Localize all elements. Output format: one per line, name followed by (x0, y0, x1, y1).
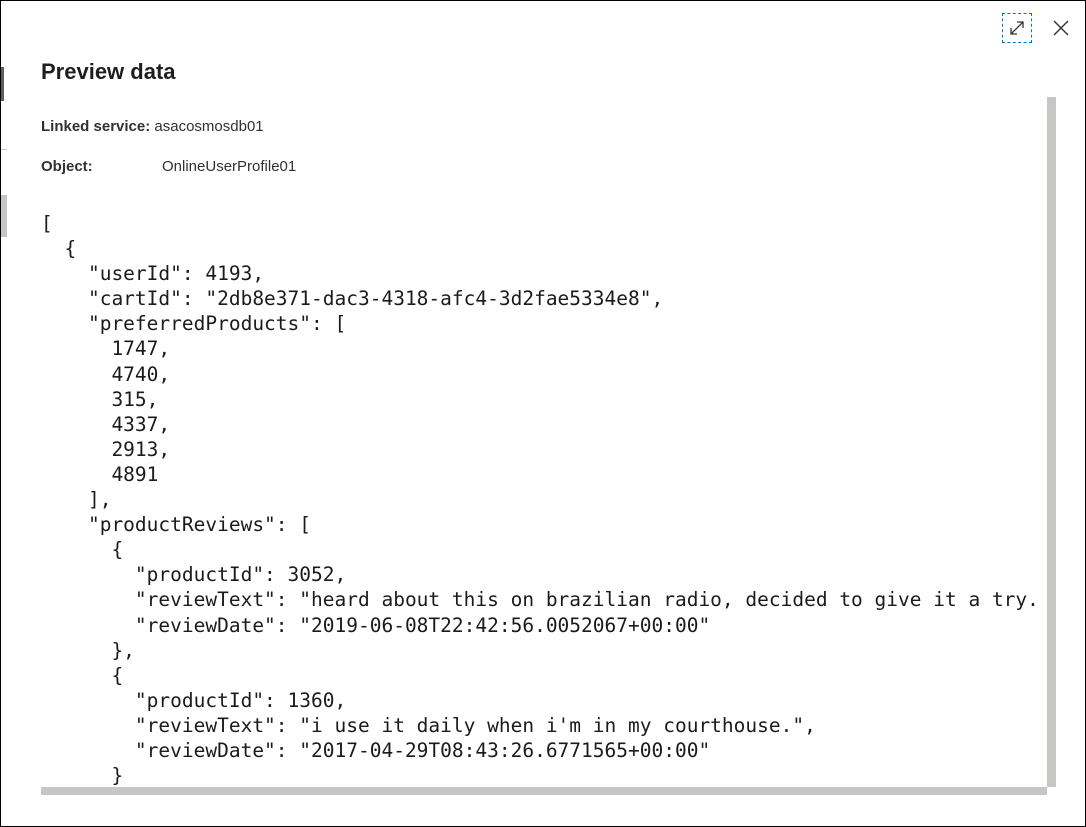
json-line: { (41, 538, 124, 562)
panel-title: Preview data (41, 59, 176, 84)
expand-button[interactable] (1002, 13, 1032, 43)
expand-diagonal-icon (1010, 21, 1024, 35)
json-line: "userId": 4193, (41, 262, 265, 286)
json-line: { (41, 663, 124, 687)
object-row: Object: OnlineUserProfile01 (41, 158, 296, 175)
json-line: ], (41, 488, 112, 512)
close-button[interactable] (1046, 13, 1076, 43)
vertical-scrollbar-thumb[interactable] (1047, 97, 1056, 787)
horizontal-scrollbar-thumb[interactable] (41, 787, 1047, 795)
vertical-scrollbar[interactable] (1047, 97, 1056, 787)
linked-service-value: asacosmosdb01 (154, 118, 264, 135)
json-line: "cartId": "2db8e371-dac3-4318-afc4-3d2fa… (41, 287, 664, 311)
json-line: [ (41, 212, 53, 235)
json-content: [ { "userId": 4193, "cartId": "2db8e371-… (41, 211, 1039, 787)
json-line: "reviewText": "heard about this on brazi… (41, 588, 1039, 612)
json-line: 4337, (41, 412, 171, 436)
json-line: "preferredProducts": [ (41, 312, 347, 336)
object-value: OnlineUserProfile01 (162, 158, 297, 175)
linked-service-label: Linked service: (41, 118, 151, 135)
json-line: 1747, (41, 337, 171, 361)
json-line: { (41, 237, 77, 261)
json-preview-area[interactable]: [ { "userId": 4193, "cartId": "2db8e371-… (41, 201, 1047, 787)
preview-data-panel: Preview data Linked service: asacosmosdb… (0, 0, 1086, 827)
json-line: "reviewDate": "2019-06-08T22:42:56.00520… (41, 613, 711, 637)
background-edge-divider (1, 149, 7, 150)
background-edge-mark (1, 195, 7, 237)
horizontal-scrollbar[interactable] (41, 787, 1047, 795)
background-edge-mark (1, 67, 4, 101)
close-icon (1053, 20, 1069, 36)
object-label: Object: (41, 158, 93, 175)
json-line: 4740, (41, 362, 171, 386)
json-line: "productReviews": [ (41, 513, 312, 537)
json-line: "reviewText": "i use it daily when i'm i… (41, 713, 816, 737)
json-line: }, (41, 638, 135, 662)
json-line: } (41, 764, 124, 787)
json-line: 315, (41, 387, 159, 411)
json-line: "productId": 1360, (41, 688, 347, 712)
json-line: 4891 (41, 462, 159, 486)
json-line: 2913, (41, 437, 171, 461)
json-line: "productId": 3052, (41, 563, 347, 587)
json-line: "reviewDate": "2017-04-29T08:43:26.67715… (41, 738, 711, 762)
linked-service-row: Linked service: asacosmosdb01 (41, 118, 264, 135)
